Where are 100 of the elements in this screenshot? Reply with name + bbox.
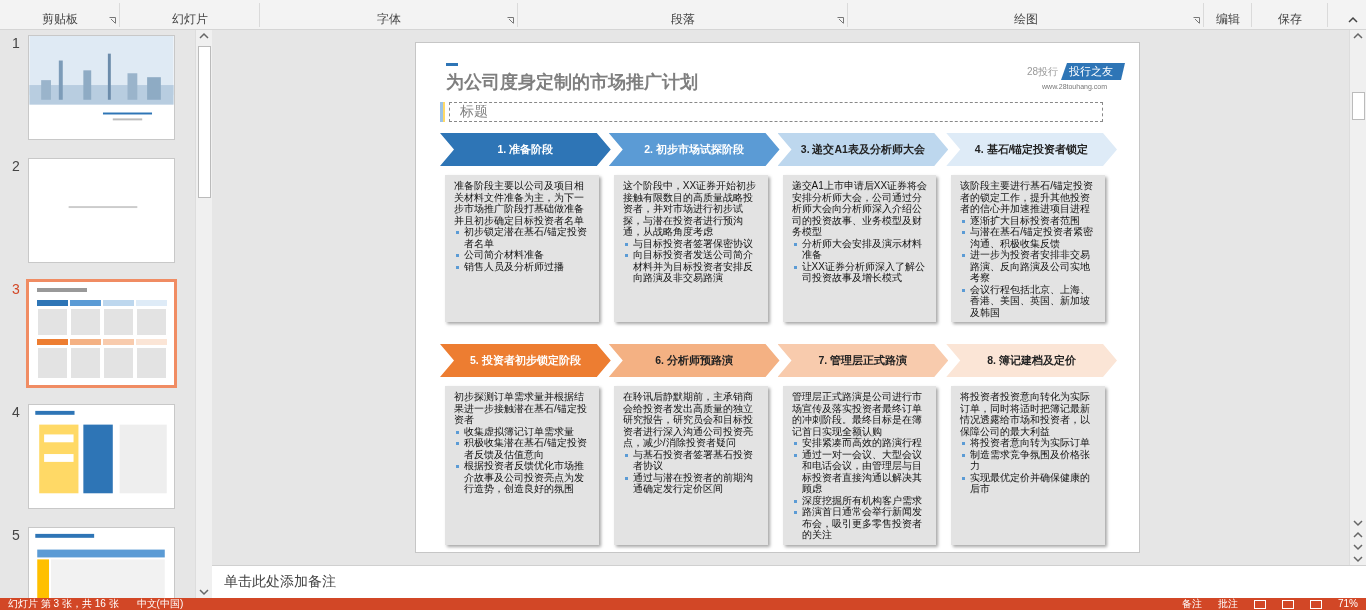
bullet-icon	[624, 453, 628, 457]
stage-header: 6. 分析师预路演	[608, 344, 780, 377]
bullet-text: 将投资者意向转为实际订单	[970, 437, 1091, 449]
bullet-icon	[456, 465, 459, 468]
bullet-icon	[962, 254, 966, 257]
logo-tag: 投行之友	[1061, 63, 1125, 80]
bullet-text: 与目标投资者签署保密协议	[632, 237, 753, 249]
sorter-view-icon[interactable]	[1282, 599, 1294, 609]
bullet-icon	[793, 265, 797, 269]
bullet-text: 会议行程包括北京、上海、香港、美国、英国、新加坡及韩国	[970, 283, 1092, 318]
bullet-text: 与基石投资者签署基石投资者协议	[632, 448, 754, 472]
bullet-icon	[793, 511, 797, 514]
stage-description: 将投资者投资意向转化为实际订单，同时将适时把簿记最新情况透露给市场和投资者，以保障公司的最大利益	[960, 391, 1092, 437]
bullet-icon	[624, 254, 628, 257]
dialog-launcher-icon[interactable]	[837, 17, 844, 24]
bullet-text: 制造需求竞争氛围及价格张力	[970, 448, 1092, 472]
bullet-icon	[456, 231, 459, 234]
bullet-text: 根据投资者反馈优化市场推介故事及公司投资亮点为发行造势，创造良好的氛围	[464, 460, 585, 495]
slide-thumbnail[interactable]	[28, 35, 175, 140]
bullet-text: 进一步为投资者安排非交易路演、反向路演及公司实地考察	[970, 249, 1092, 284]
ribbon-group-label: 剪贴板	[41, 11, 78, 27]
stage-header: 1. 准备阶段	[440, 133, 611, 166]
bullet-icon	[962, 231, 966, 234]
bullet-text: 与潜在基石/锚定投资者紧密沟通、积极收集反馈	[970, 226, 1095, 249]
slide-number: 3	[12, 281, 20, 297]
bullet-text: 实现最优定价并确保健康的后市	[970, 471, 1092, 495]
stage-header: 8. 簿记建档及定价	[946, 344, 1117, 377]
slide-scrollbar[interactable]	[1349, 30, 1366, 565]
ribbon-group-label: 字体	[376, 11, 401, 27]
bullet-icon	[793, 242, 797, 246]
stage-description: 这个阶段中，XX证券开始初步接触有限数目的高质量战略投资者，并对市场进行初步试探，与潜在投资者进行预沟通，从战略角度考虑	[622, 180, 758, 238]
bullet-icon	[962, 288, 966, 292]
ribbon-group-label: 保存	[1277, 11, 1302, 27]
collapse-ribbon-icon[interactable]	[1348, 16, 1358, 23]
bullet-text: 销售人员及分析师过播	[464, 260, 564, 272]
stage-description: 该阶段主要进行基石/锚定投资者的锁定工作，提升其他投资者的信心并加速推进项目进程	[960, 180, 1095, 215]
stage-description: 递交A1上市申请后XX证券将会安排分析师大会，公司通过分析师大会向分析师深入介绍公司的投资故事、业务模型及财务模型	[791, 180, 929, 238]
dialog-launcher-icon[interactable]	[507, 17, 514, 24]
thumbnail-scrollbar[interactable]	[195, 30, 212, 598]
stage-header: 7. 管理层正式路演	[777, 344, 949, 377]
bullet-text: 深度挖掘所有机构客户需求	[801, 494, 922, 506]
bullet-text: 向目标投资者发送公司简介材料并为目标投资者安排反向路演及非交易路演	[632, 249, 754, 284]
stage-description: 在聆讯后静默期前，主承销商会给投资者发出高质量的独立研究报告，研究员会和目标投资者进行深入沟通公司投资亮点，减少/消除投资者疑问	[622, 391, 754, 449]
scroll-up-icon[interactable]	[1353, 32, 1363, 40]
slide-thumbnail[interactable]	[26, 279, 177, 388]
bullet-icon	[793, 453, 797, 457]
scroll-down-icon[interactable]	[1353, 519, 1363, 527]
ribbon-group-label: 幻灯片	[171, 11, 208, 27]
reading-view-icon[interactable]	[1310, 599, 1322, 609]
bullet-icon	[962, 442, 966, 445]
bullet-icon	[456, 442, 459, 445]
title-placeholder[interactable]: 标题	[449, 102, 1103, 122]
scroll-up-icon[interactable]	[1353, 531, 1363, 539]
bullet-icon	[962, 219, 966, 223]
slide-number: 2	[12, 158, 20, 174]
scroll-down-icon[interactable]	[199, 588, 209, 596]
stage-header: 3. 递交A1表及分析师大会	[777, 133, 949, 166]
stage-header: 2. 初步市场试探阶段	[608, 133, 780, 166]
scroll-thumb[interactable]	[197, 46, 211, 198]
bullet-icon	[456, 430, 459, 434]
bullet-text: 通过与潜在投资者的前期沟通确定发行定价区间	[632, 471, 754, 495]
stage-description: 管理层正式路演是公司进行市场宣传及落实投资者最终订单的冲刺阶段。最终目标是在簿记首日实现全额认购	[791, 391, 923, 437]
slide-thumbnail[interactable]	[28, 404, 175, 509]
title-accent	[446, 63, 458, 66]
bullet-icon	[624, 242, 628, 246]
dialog-launcher-icon[interactable]	[109, 17, 116, 24]
notes-button[interactable]: 备注	[1182, 598, 1202, 610]
scroll-thumb[interactable]	[1351, 92, 1365, 120]
dialog-launcher-icon[interactable]	[1193, 17, 1200, 24]
bullet-icon	[624, 476, 628, 480]
slide-number: 1	[12, 35, 20, 51]
stage-description: 初步探测订单需求量并根据结果进一步接触潜在基石/锚定投资者	[454, 391, 588, 426]
bullet-icon	[793, 442, 797, 445]
slide-thumbnail[interactable]	[28, 158, 175, 263]
bullet-text: 路演首日通常会举行新闻发布会，吸引更多零售投资者的关注	[801, 506, 923, 541]
stage-header: 5. 投资者初步锁定阶段	[440, 344, 611, 377]
bullet-icon	[456, 265, 459, 269]
stage-header: 4. 基石/锚定投资者锁定	[946, 133, 1117, 166]
bullet-text: 安排紧凑而高效的路演行程	[801, 437, 922, 449]
slide-number: 5	[12, 527, 20, 543]
bullet-text: 分析师大会安排及演示材料准备	[801, 237, 923, 261]
stage-description: 准备阶段主要以公司及项目相关材料文件准备为主，为下一步市场推广阶段打基础做准备并且初步确定目标投资者名单	[454, 180, 585, 226]
comments-button[interactable]: 批注	[1218, 598, 1238, 610]
ribbon-group-label: 绘图	[1013, 11, 1038, 27]
zoom-level: 71%	[1338, 598, 1358, 610]
bullet-icon	[456, 254, 459, 257]
notes-field[interactable]: 单击此处添加备注	[212, 565, 1366, 598]
logo-brand: 28投行	[1026, 64, 1058, 79]
bullet-text: 让XX证券分析师深入了解公司投资故事及增长模式	[801, 260, 926, 284]
ribbon-group-label: 编辑	[1215, 11, 1240, 27]
bullet-icon	[793, 499, 797, 503]
ribbon-group-label: 段落	[670, 11, 695, 27]
slide-number: 4	[12, 404, 20, 420]
language: 中文(中国)	[136, 598, 184, 610]
scroll-up-icon[interactable]	[199, 32, 209, 40]
bullet-text: 收集虚拟簿记订单需求量	[464, 425, 574, 437]
normal-view-icon[interactable]	[1254, 599, 1266, 609]
slide-title: 为公司度身定制的市场推广计划	[446, 71, 698, 94]
bullet-text: 公司简介材料准备	[464, 249, 544, 261]
bullet-text: 通过一对一会议、大型会议和电话会议，由管理层与目标投资者直接沟通以解决其顾虑	[801, 448, 923, 495]
